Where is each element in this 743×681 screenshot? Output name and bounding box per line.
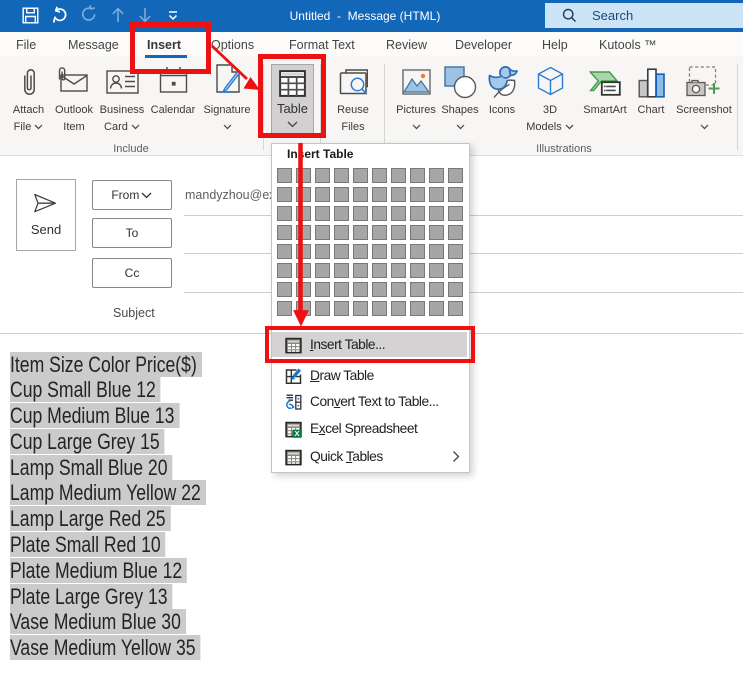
svg-text:X: X	[295, 429, 300, 438]
